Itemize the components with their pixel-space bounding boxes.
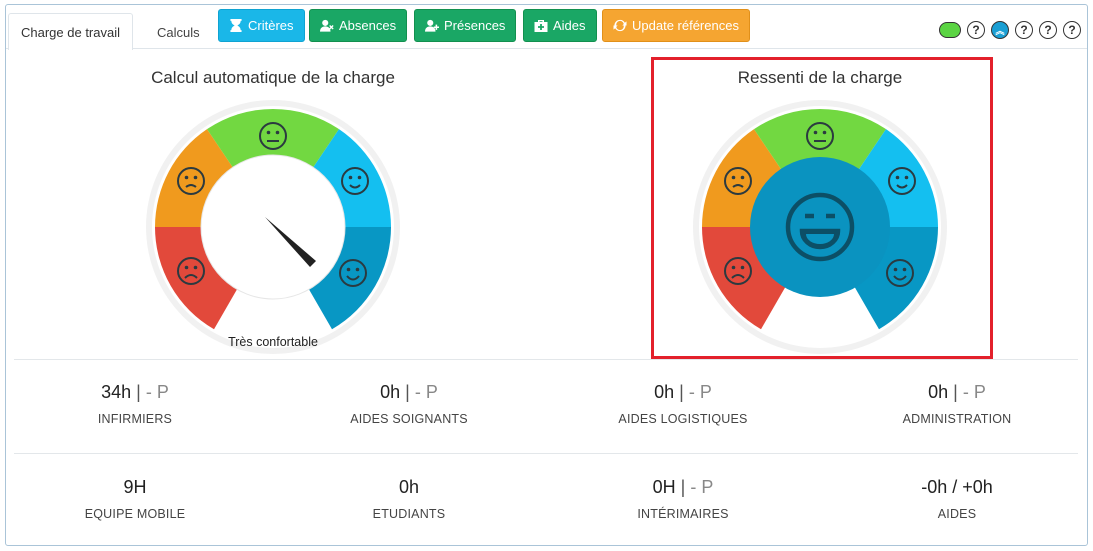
gauge-auto	[146, 100, 400, 354]
user-add-icon	[425, 19, 439, 32]
stat-value: 34h | - P	[101, 382, 169, 402]
gauge-dial	[200, 154, 346, 300]
medkit-icon	[534, 20, 548, 32]
stat-label: ADMINISTRATION	[902, 412, 1012, 426]
stat-label: EQUIPE MOBILE	[84, 507, 186, 521]
stat-infirmiers: 34h | - P INFIRMIERS	[10, 380, 260, 426]
stat-value: 0h | - P	[654, 382, 712, 402]
stat-value: 0h | - P	[928, 382, 986, 402]
stat-int-rimaires: 0H | - P INTÉRIMAIRES	[558, 475, 808, 521]
criteres-label: Critères	[248, 18, 294, 33]
stat-label: AIDES	[937, 507, 977, 521]
help-icon[interactable]: ?	[967, 21, 985, 39]
absences-label: Absences	[339, 18, 397, 33]
gauge-auto-caption: Très confortable	[228, 335, 318, 349]
help-icon[interactable]: ?	[1063, 21, 1081, 39]
gauge-auto-title: Calcul automatique de la charge	[151, 68, 395, 87]
stat-value: 0H | - P	[652, 477, 714, 497]
stat-label: ETUDIANTS	[372, 507, 446, 521]
stat-etudiants: 0h ETUDIANTS	[284, 475, 534, 521]
tab-calculs[interactable]: Calculs	[144, 13, 213, 50]
tab-bar: Charge de travail Calculs Critères Absen…	[6, 5, 1087, 50]
divider	[14, 453, 1078, 454]
stat-value: 0h	[398, 477, 420, 497]
stat-label: AIDES SOIGNANTS	[350, 412, 468, 426]
hourglass-icon	[230, 19, 242, 32]
update-references-label: Update références	[632, 18, 739, 33]
criteres-button[interactable]: Critères	[218, 9, 305, 42]
presences-button[interactable]: Présences	[414, 9, 517, 42]
scroll-top-icon[interactable]: ︽	[991, 21, 1009, 39]
main-panel: Charge de travail Calculs Critères Absen…	[5, 4, 1088, 546]
stat-value: -0h / +0h	[921, 477, 993, 497]
stat-label: INTÉRIMAIRES	[637, 507, 729, 521]
tab-charge-de-travail[interactable]: Charge de travail	[8, 13, 133, 50]
stat-label: AIDES LOGISTIQUES	[618, 412, 748, 426]
stat-equipe-mobile: 9H EQUIPE MOBILE	[10, 475, 260, 521]
stat-value: 9H	[123, 477, 147, 497]
aides-label: Aides	[553, 18, 586, 33]
stat-administration: 0h | - P ADMINISTRATION	[832, 380, 1082, 426]
user-remove-icon	[320, 19, 334, 32]
refresh-icon	[613, 19, 627, 32]
update-references-button[interactable]: Update références	[602, 9, 750, 42]
stat-label: INFIRMIERS	[97, 412, 173, 426]
stat-aides-soignants: 0h | - P AIDES SOIGNANTS	[284, 380, 534, 426]
stat-aides: -0h / +0h AIDES	[832, 475, 1082, 521]
right-icons: ? ︽ ? ? ?	[939, 21, 1081, 39]
aides-button[interactable]: Aides	[523, 9, 597, 42]
stat-aides-logistiques: 0h | - P AIDES LOGISTIQUES	[558, 380, 808, 426]
absences-button[interactable]: Absences	[309, 9, 408, 42]
help-icon[interactable]: ?	[1039, 21, 1057, 39]
presences-label: Présences	[444, 18, 506, 33]
highlight-box	[651, 57, 993, 359]
status-indicator	[939, 22, 961, 38]
help-icon[interactable]: ?	[1015, 21, 1033, 39]
stat-value: 0h | - P	[380, 382, 438, 402]
divider	[14, 359, 1078, 360]
